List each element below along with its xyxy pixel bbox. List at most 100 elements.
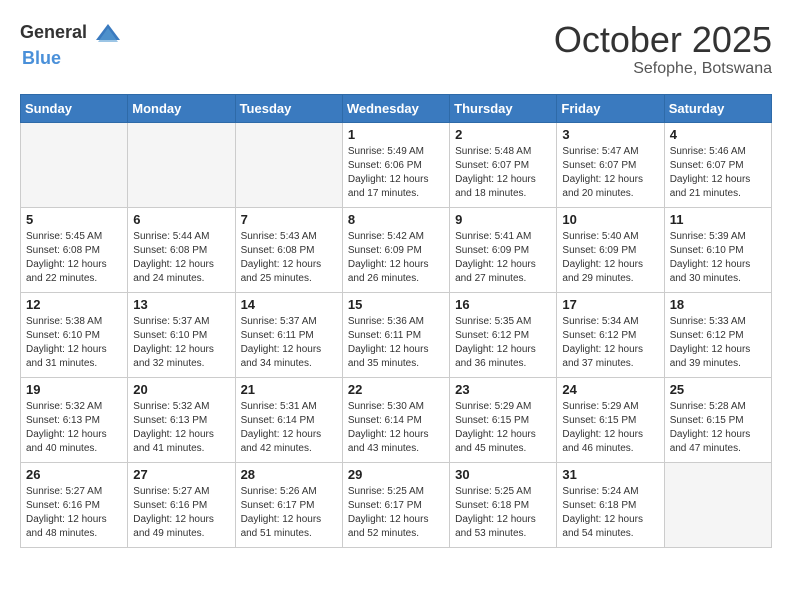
calendar-cell: 16 Sunrise: 5:35 AM Sunset: 6:12 PM Dayli… — [450, 292, 557, 377]
calendar-cell: 10 Sunrise: 5:40 AM Sunset: 6:09 PM Dayli… — [557, 207, 664, 292]
day-number: 16 — [455, 297, 551, 312]
day-info: Sunrise: 5:36 AM Sunset: 6:11 PM Dayligh… — [348, 315, 444, 371]
page-header: General Blue October 2025 Sefophe, Botsw… — [20, 20, 772, 78]
day-number: 10 — [562, 212, 658, 227]
calendar-week-3: 12 Sunrise: 5:38 AM Sunset: 6:10 PM Dayli… — [21, 292, 772, 377]
day-number: 24 — [562, 382, 658, 397]
day-number: 2 — [455, 127, 551, 142]
day-number: 11 — [670, 212, 766, 227]
calendar-week-4: 19 Sunrise: 5:32 AM Sunset: 6:13 PM Dayli… — [21, 377, 772, 462]
logo-blue: Blue — [22, 48, 61, 68]
calendar-cell: 20Sunrise: 5:32 AM Sunset: 6:13 PM Dayli… — [128, 377, 235, 462]
day-info: Sunrise: 5:29 AM Sunset: 6:15 PM Dayligh… — [562, 400, 658, 456]
calendar-table: SundayMondayTuesdayWednesdayThursdayFrid… — [20, 94, 772, 548]
calendar-cell: 22 Sunrise: 5:30 AM Sunset: 6:14 PM Dayli… — [342, 377, 449, 462]
day-info: Sunrise: 5:27 AM Sunset: 6:16 PM Dayligh… — [26, 485, 122, 541]
header-sunday: Sunday — [21, 94, 128, 122]
day-info: Sunrise: 5:35 AM Sunset: 6:12 PM Dayligh… — [455, 315, 551, 371]
header-friday: Friday — [557, 94, 664, 122]
day-info: Sunrise: 5:38 AM Sunset: 6:10 PM Dayligh… — [26, 315, 122, 371]
day-info: Sunrise: 5:41 AM Sunset: 6:09 PM Dayligh… — [455, 230, 551, 286]
day-number: 9 — [455, 212, 551, 227]
day-info: Sunrise: 5:42 AM Sunset: 6:09 PM Dayligh… — [348, 230, 444, 286]
month-title: October 2025 — [554, 20, 772, 60]
logo: General Blue — [20, 20, 122, 69]
day-info: Sunrise: 5:49 AM Sunset: 6:06 PM Dayligh… — [348, 145, 444, 201]
day-info: Sunrise: 5:30 AM Sunset: 6:14 PM Dayligh… — [348, 400, 444, 456]
calendar-cell: 18Sunrise: 5:33 AM Sunset: 6:12 PM Dayli… — [664, 292, 771, 377]
day-info: Sunrise: 5:37 AM Sunset: 6:11 PM Dayligh… — [241, 315, 337, 371]
day-number: 29 — [348, 467, 444, 482]
header-monday: Monday — [128, 94, 235, 122]
day-info: Sunrise: 5:40 AM Sunset: 6:09 PM Dayligh… — [562, 230, 658, 286]
day-number: 21 — [241, 382, 337, 397]
calendar-cell: 2 Sunrise: 5:48 AM Sunset: 6:07 PM Daylig… — [450, 122, 557, 207]
calendar-cell: 5 Sunrise: 5:45 AM Sunset: 6:08 PM Daylig… — [21, 207, 128, 292]
day-info: Sunrise: 5:25 AM Sunset: 6:17 PM Dayligh… — [348, 485, 444, 541]
day-info: Sunrise: 5:46 AM Sunset: 6:07 PM Dayligh… — [670, 145, 766, 201]
day-number: 5 — [26, 212, 122, 227]
calendar-cell: 21 Sunrise: 5:31 AM Sunset: 6:14 PM Dayli… — [235, 377, 342, 462]
day-info: Sunrise: 5:32 AM Sunset: 6:13 PM Dayligh… — [26, 400, 122, 456]
calendar-cell: 13Sunrise: 5:37 AM Sunset: 6:10 PM Dayli… — [128, 292, 235, 377]
calendar-cell: 28Sunrise: 5:26 AM Sunset: 6:17 PM Dayli… — [235, 462, 342, 547]
header-saturday: Saturday — [664, 94, 771, 122]
header-tuesday: Tuesday — [235, 94, 342, 122]
day-number: 25 — [670, 382, 766, 397]
calendar-cell: 3 Sunrise: 5:47 AM Sunset: 6:07 PM Daylig… — [557, 122, 664, 207]
day-number: 12 — [26, 297, 122, 312]
day-info: Sunrise: 5:25 AM Sunset: 6:18 PM Dayligh… — [455, 485, 551, 541]
calendar-week-1: 1Sunrise: 5:49 AM Sunset: 6:06 PM Daylig… — [21, 122, 772, 207]
calendar-week-5: 26Sunrise: 5:27 AM Sunset: 6:16 PM Dayli… — [21, 462, 772, 547]
calendar-cell: 4 Sunrise: 5:46 AM Sunset: 6:07 PM Daylig… — [664, 122, 771, 207]
calendar-cell: 25 Sunrise: 5:28 AM Sunset: 6:15 PM Dayli… — [664, 377, 771, 462]
day-number: 6 — [133, 212, 229, 227]
day-number: 30 — [455, 467, 551, 482]
day-info: Sunrise: 5:31 AM Sunset: 6:14 PM Dayligh… — [241, 400, 337, 456]
calendar-cell: 23Sunrise: 5:29 AM Sunset: 6:15 PM Dayli… — [450, 377, 557, 462]
calendar-cell: 1Sunrise: 5:49 AM Sunset: 6:06 PM Daylig… — [342, 122, 449, 207]
calendar-cell: 11 Sunrise: 5:39 AM Sunset: 6:10 PM Dayli… — [664, 207, 771, 292]
day-number: 23 — [455, 382, 551, 397]
calendar-cell: 7 Sunrise: 5:43 AM Sunset: 6:08 PM Daylig… — [235, 207, 342, 292]
calendar-cell: 30 Sunrise: 5:25 AM Sunset: 6:18 PM Dayli… — [450, 462, 557, 547]
day-info: Sunrise: 5:34 AM Sunset: 6:12 PM Dayligh… — [562, 315, 658, 371]
day-number: 4 — [670, 127, 766, 142]
day-info: Sunrise: 5:37 AM Sunset: 6:10 PM Dayligh… — [133, 315, 229, 371]
day-info: Sunrise: 5:45 AM Sunset: 6:08 PM Dayligh… — [26, 230, 122, 286]
logo-icon — [94, 20, 122, 48]
day-info: Sunrise: 5:39 AM Sunset: 6:10 PM Dayligh… — [670, 230, 766, 286]
day-number: 7 — [241, 212, 337, 227]
day-info: Sunrise: 5:44 AM Sunset: 6:08 PM Dayligh… — [133, 230, 229, 286]
calendar-cell: 6 Sunrise: 5:44 AM Sunset: 6:08 PM Daylig… — [128, 207, 235, 292]
day-number: 17 — [562, 297, 658, 312]
header-wednesday: Wednesday — [342, 94, 449, 122]
calendar-cell: 8 Sunrise: 5:42 AM Sunset: 6:09 PM Daylig… — [342, 207, 449, 292]
calendar-header-row: SundayMondayTuesdayWednesdayThursdayFrid… — [21, 94, 772, 122]
day-number: 22 — [348, 382, 444, 397]
day-number: 3 — [562, 127, 658, 142]
day-number: 27 — [133, 467, 229, 482]
location: Sefophe, Botswana — [554, 60, 772, 78]
calendar-cell — [128, 122, 235, 207]
day-info: Sunrise: 5:48 AM Sunset: 6:07 PM Dayligh… — [455, 145, 551, 201]
day-number: 31 — [562, 467, 658, 482]
calendar-cell: 24 Sunrise: 5:29 AM Sunset: 6:15 PM Dayli… — [557, 377, 664, 462]
day-info: Sunrise: 5:33 AM Sunset: 6:12 PM Dayligh… — [670, 315, 766, 371]
day-number: 19 — [26, 382, 122, 397]
calendar-week-2: 5 Sunrise: 5:45 AM Sunset: 6:08 PM Daylig… — [21, 207, 772, 292]
calendar-cell: 27 Sunrise: 5:27 AM Sunset: 6:16 PM Dayli… — [128, 462, 235, 547]
calendar-cell: 31Sunrise: 5:24 AM Sunset: 6:18 PM Dayli… — [557, 462, 664, 547]
day-info: Sunrise: 5:43 AM Sunset: 6:08 PM Dayligh… — [241, 230, 337, 286]
day-info: Sunrise: 5:27 AM Sunset: 6:16 PM Dayligh… — [133, 485, 229, 541]
day-info: Sunrise: 5:47 AM Sunset: 6:07 PM Dayligh… — [562, 145, 658, 201]
logo-general: General — [20, 22, 87, 42]
calendar-cell — [21, 122, 128, 207]
day-info: Sunrise: 5:28 AM Sunset: 6:15 PM Dayligh… — [670, 400, 766, 456]
day-number: 8 — [348, 212, 444, 227]
calendar-cell: 12 Sunrise: 5:38 AM Sunset: 6:10 PM Dayli… — [21, 292, 128, 377]
day-info: Sunrise: 5:32 AM Sunset: 6:13 PM Dayligh… — [133, 400, 229, 456]
day-number: 28 — [241, 467, 337, 482]
header-thursday: Thursday — [450, 94, 557, 122]
day-number: 15 — [348, 297, 444, 312]
